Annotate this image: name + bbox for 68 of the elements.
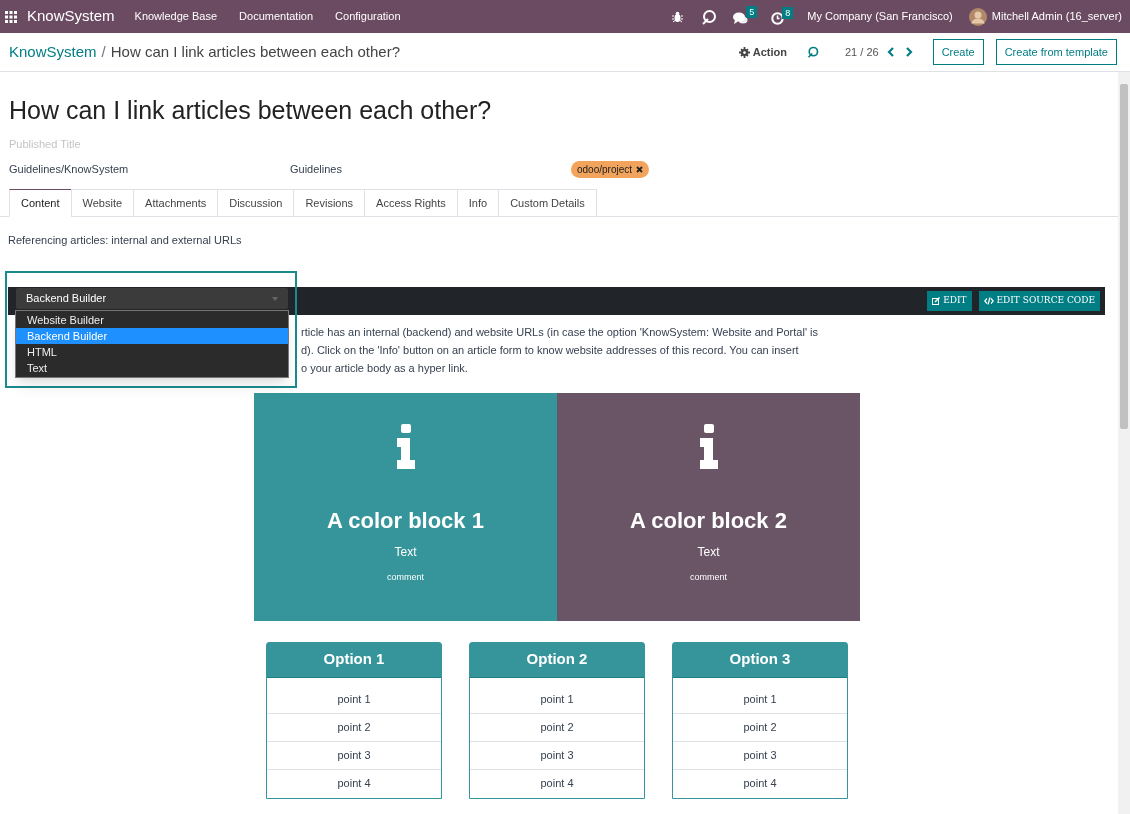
section-field[interactable]: Guidelines/KnowSystem <box>9 160 290 178</box>
gear-icon <box>738 46 750 58</box>
block-comment: comment <box>690 570 727 584</box>
app-name[interactable]: KnowSystem <box>27 5 115 28</box>
block-title: A color block 1 <box>327 506 484 535</box>
breadcrumb-current: How can I link articles between each other? <box>110 41 401 62</box>
message-count-badge: 5 <box>746 6 758 18</box>
breadcrumb-link[interactable]: KnowSystem <box>9 40 97 64</box>
block-text: Text <box>394 543 417 561</box>
menu-item[interactable]: Configuration <box>335 8 401 25</box>
option-header: Option 1 <box>267 642 441 678</box>
block-text: Text <box>697 543 720 561</box>
previous-icon[interactable] <box>886 47 894 57</box>
tab[interactable]: Content <box>9 189 72 217</box>
user-menu[interactable]: Mitchell Admin (16_server) <box>991 8 1122 25</box>
menu-item[interactable]: Documentation <box>239 8 314 25</box>
dropdown-option[interactable]: Text <box>16 360 288 376</box>
option-point: point 4 <box>742 776 778 792</box>
tab[interactable]: Custom Details <box>498 189 597 217</box>
breadcrumb-separator: / <box>101 41 106 62</box>
option-point: point 1 <box>267 685 441 714</box>
option-point: point 2 <box>267 713 441 742</box>
option-point: point 3 <box>673 741 847 770</box>
code-icon <box>983 296 994 305</box>
option-header: Option 3 <box>673 642 847 678</box>
avatar-icon[interactable] <box>968 7 987 26</box>
option-point: point 2 <box>673 713 847 742</box>
option-point: point 1 <box>470 685 644 714</box>
action-menu-button[interactable]: Action <box>738 43 787 61</box>
clock-icon[interactable] <box>771 11 785 25</box>
option-header: Option 2 <box>470 642 644 678</box>
dropdown-option[interactable]: HTML <box>16 344 288 360</box>
edit-icon <box>932 296 941 305</box>
edit-source-button[interactable]: EDIT SOURCE CODE <box>978 290 1100 311</box>
block-title: A color block 2 <box>630 506 787 535</box>
paragraph-line: o your article body as a hyper link. <box>301 360 469 376</box>
edit-button[interactable]: EDIT <box>927 290 972 311</box>
create-button[interactable]: Create <box>932 39 984 65</box>
paragraph-line: d). Click on the 'Info' button on an article form to know website addresses of this record. You can insert <box>301 342 800 358</box>
tab[interactable]: Website <box>70 189 135 217</box>
option-point: point 1 <box>673 685 847 714</box>
section-heading: Referencing articles: internal and external URLs <box>8 233 243 248</box>
category-field[interactable]: Guidelines <box>290 160 571 178</box>
option-point: point 4 <box>539 776 575 792</box>
option-point: point 3 <box>267 741 441 770</box>
menu-item[interactable]: Knowledge Base <box>134 8 218 25</box>
chat-icon[interactable] <box>733 12 749 25</box>
option-point: point 2 <box>470 713 644 742</box>
activity-count-badge: 8 <box>782 6 794 19</box>
caret-icon <box>272 296 278 301</box>
apps-menu-icon[interactable] <box>5 10 17 23</box>
bug-icon[interactable] <box>672 10 684 23</box>
info-icon <box>394 423 417 470</box>
dropdown-option[interactable]: Website Builder <box>16 312 288 328</box>
paragraph-line: rticle has an internal (backend) and website URLs (in case the option 'KnowSystem: Website and Portal' is <box>301 324 819 340</box>
remove-icon[interactable] <box>636 165 644 173</box>
article-title[interactable]: How can I link articles between each other? <box>9 94 1117 126</box>
info-icon <box>697 423 720 470</box>
create-from-template-button[interactable]: Create from template <box>995 39 1117 65</box>
next-icon[interactable] <box>905 47 913 57</box>
tag-badge[interactable]: odoo/project <box>571 160 650 178</box>
pager-value[interactable]: 21 / 26 <box>845 43 879 61</box>
option-point: point 4 <box>336 776 372 792</box>
editor-mode-select[interactable]: Backend Builder <box>16 288 288 309</box>
block-comment: comment <box>387 570 424 584</box>
published-title-field[interactable]: Published Title <box>9 136 409 153</box>
company-switcher[interactable]: My Company (San Francisco) <box>807 8 953 25</box>
option-point: point 3 <box>470 741 644 770</box>
